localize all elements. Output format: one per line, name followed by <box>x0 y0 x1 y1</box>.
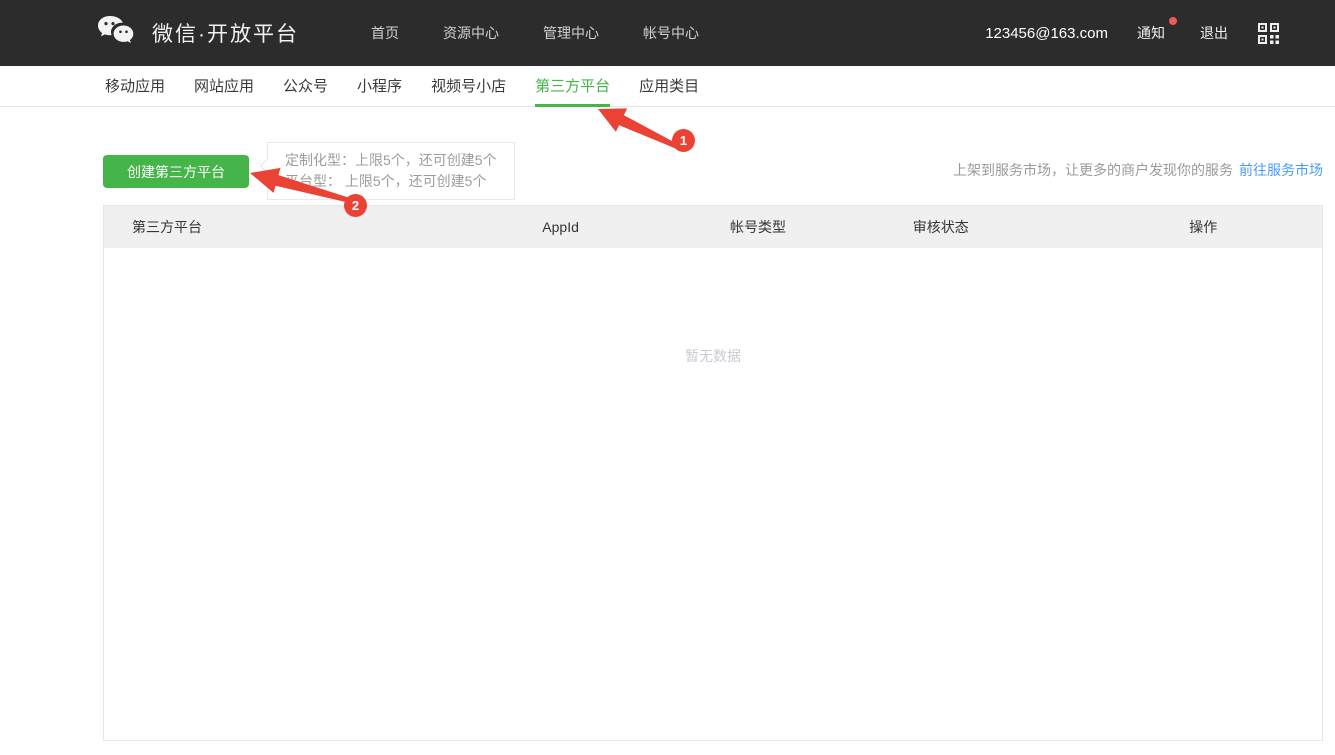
wechat-logo-icon <box>96 14 138 52</box>
service-market-text: 上架到服务市场，让更多的商户发现你的服务 <box>953 162 1233 178</box>
app-type-tabbar: 移动应用 网站应用 公众号 小程序 视频号小店 第三方平台 应用类目 <box>0 66 1335 107</box>
tab-app-category[interactable]: 应用类目 <box>639 66 699 107</box>
account-email: 123456@163.com <box>985 25 1108 42</box>
logout-link[interactable]: 退出 <box>1200 23 1228 43</box>
tab-channels-shop[interactable]: 视频号小店 <box>431 66 506 107</box>
service-market-promo: 上架到服务市场，让更多的商户发现你的服务前往服务市场 <box>953 160 1323 180</box>
third-party-platform-table: 第三方平台 AppId 帐号类型 审核状态 操作 暂无数据 <box>103 205 1323 741</box>
table-header-row: 第三方平台 AppId 帐号类型 审核状态 操作 <box>104 206 1322 248</box>
topnav-item-management[interactable]: 管理中心 <box>543 23 599 43</box>
notice-link[interactable]: 通知 <box>1137 23 1171 43</box>
tab-mini-program[interactable]: 小程序 <box>357 66 402 107</box>
tab-website-app[interactable]: 网站应用 <box>194 66 254 107</box>
column-header-account-type: 帐号类型 <box>702 217 885 237</box>
topbar: 微信·开放平台 首页 资源中心 管理中心 帐号中心 123456@163.com… <box>0 0 1335 66</box>
notification-red-dot <box>1169 17 1177 25</box>
brand: 微信·开放平台 <box>96 14 299 52</box>
annotation-badge-1: 1 <box>672 129 695 152</box>
topnav-item-resources[interactable]: 资源中心 <box>443 23 499 43</box>
column-header-appid: AppId <box>514 219 702 235</box>
tab-official-account[interactable]: 公众号 <box>283 66 328 107</box>
qr-code-icon[interactable] <box>1257 22 1280 45</box>
column-header-review-status: 审核状态 <box>885 217 1162 237</box>
wechat-open-platform-page: 微信·开放平台 首页 资源中心 管理中心 帐号中心 123456@163.com… <box>0 0 1335 755</box>
column-header-platform: 第三方平台 <box>104 217 514 237</box>
topbar-account-area: 123456@163.com 通知 退出 <box>985 22 1280 45</box>
quota-line-custom: 定制化型：上限5个，还可创建5个 <box>285 150 497 171</box>
tab-mobile-app[interactable]: 移动应用 <box>105 66 165 107</box>
quota-line-platform: 平台型： 上限5个，还可创建5个 <box>285 171 497 192</box>
notice-label: 通知 <box>1137 25 1165 41</box>
tooltip-left-caret <box>260 159 274 173</box>
annotation-arrow-1 <box>598 108 677 148</box>
topnav-item-account[interactable]: 帐号中心 <box>643 23 699 43</box>
column-header-actions: 操作 <box>1161 217 1322 237</box>
go-to-service-market-link[interactable]: 前往服务市场 <box>1239 162 1323 178</box>
tab-third-party-platform[interactable]: 第三方平台 <box>535 66 610 107</box>
page-title: 微信·开放平台 <box>152 18 299 48</box>
topnav: 首页 资源中心 管理中心 帐号中心 <box>371 23 699 43</box>
topnav-item-home[interactable]: 首页 <box>371 23 399 43</box>
table-body: 暂无数据 <box>104 248 1322 741</box>
quota-tooltip: 定制化型：上限5个，还可创建5个 平台型： 上限5个，还可创建5个 <box>267 142 515 200</box>
empty-state-text: 暂无数据 <box>104 346 1322 366</box>
create-third-party-platform-button[interactable]: 创建第三方平台 <box>103 155 249 188</box>
